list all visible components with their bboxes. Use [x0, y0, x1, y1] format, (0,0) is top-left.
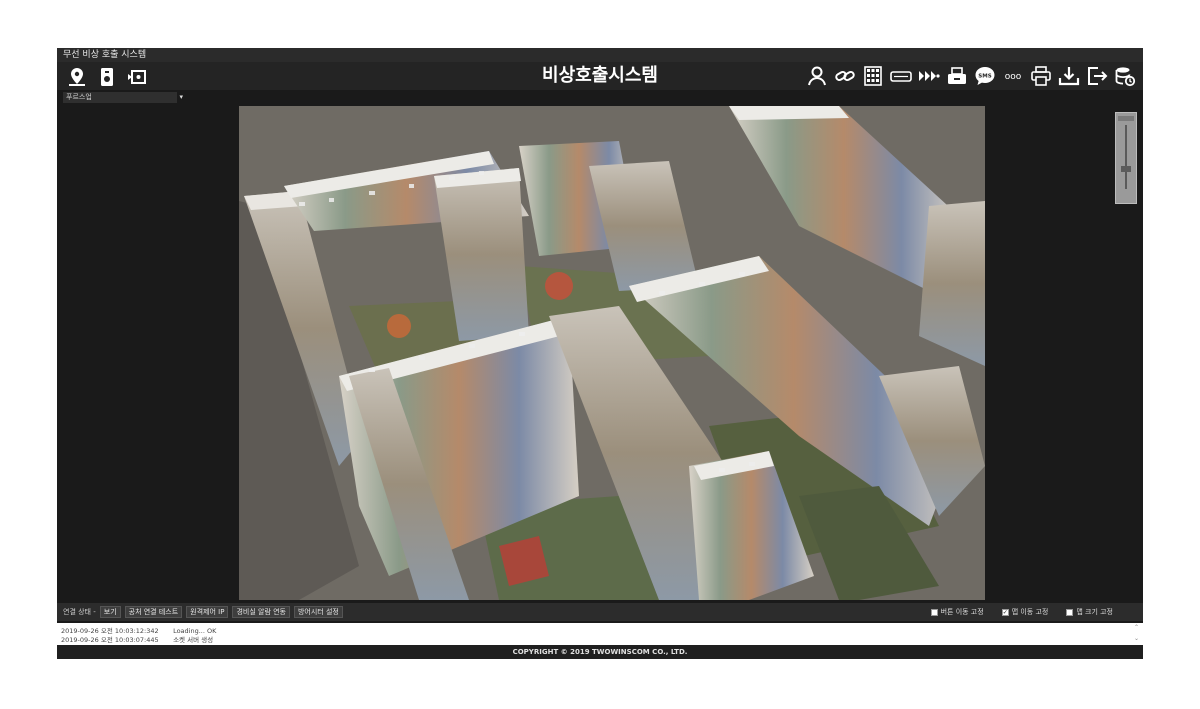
- app-window: 무선 비상 호출 시스템 SMS ooo 비상호출시스템 푸르스업 ▾ 연결 상…: [57, 48, 1143, 659]
- status-bar: 연결 상태 - 보기 공처 연결 테스트 원격제어 IP 경비실 알람 연동 방…: [57, 603, 1143, 621]
- log-message: 소켓 서버 생성: [173, 636, 214, 644]
- map-move-lock-checkbox[interactable]: ✓ 맵 이동 고정: [1001, 606, 1049, 618]
- copyright-footer: COPYRIGHT © 2019 TWOWINSCOM CO., LTD.: [57, 645, 1143, 659]
- remote-ip-button[interactable]: 원격제어 IP: [186, 606, 229, 618]
- connection-test-button[interactable]: 공처 연결 테스트: [124, 606, 183, 618]
- logout-icon[interactable]: [1085, 64, 1109, 88]
- device-icon[interactable]: [95, 65, 119, 89]
- receiver-icon[interactable]: [889, 64, 913, 88]
- user-icon[interactable]: [805, 64, 829, 88]
- zoom-slider-thumb[interactable]: [1121, 165, 1131, 172]
- site-select[interactable]: 푸르스업 ▾: [63, 92, 183, 103]
- camera-icon[interactable]: [125, 65, 149, 89]
- selector-bar: 푸르스업 ▾: [57, 90, 1143, 106]
- button-lock-checkbox[interactable]: 버튼 이동 고정: [930, 606, 984, 618]
- map-move-lock-box[interactable]: ✓: [1001, 608, 1009, 616]
- toolbar: SMS ooo: [57, 62, 1143, 90]
- log-row: 2019-09-26 오전 10:03:07:445 소켓 서버 생성: [61, 634, 213, 644]
- button-lock-box[interactable]: [930, 608, 938, 616]
- download-icon[interactable]: [1057, 64, 1081, 88]
- print-icon[interactable]: [1029, 64, 1053, 88]
- zoom-slider[interactable]: [1115, 112, 1137, 204]
- zoom-slider-rail: [1125, 125, 1127, 189]
- printer-device-icon[interactable]: [945, 64, 969, 88]
- map-size-lock-label: 맵 크기 고정: [1076, 608, 1113, 616]
- window-title: 무선 비상 호출 시스템: [57, 48, 1143, 62]
- view-button[interactable]: 보기: [99, 606, 121, 618]
- more-icon[interactable]: ooo: [1001, 64, 1025, 88]
- defense-settings-button[interactable]: 방어시터 설정: [293, 606, 343, 618]
- link-icon[interactable]: [833, 64, 857, 88]
- button-lock-label: 버튼 이동 고정: [940, 608, 984, 616]
- map-move-lock-label: 맵 이동 고정: [1011, 608, 1049, 616]
- sms-icon[interactable]: SMS: [973, 64, 997, 88]
- map-view[interactable]: [239, 106, 985, 600]
- database-icon[interactable]: [1113, 64, 1137, 88]
- scroll-down-icon[interactable]: ⌄: [1134, 635, 1139, 642]
- site-select-value: 푸르스업: [66, 93, 92, 101]
- log-time: 2019-09-26 오전 10:03:07:445: [61, 636, 159, 644]
- log-panel[interactable]: 2019-09-26 오전 10:03:12:342 Loading... OK…: [57, 623, 1143, 645]
- chevron-down-icon: ▾: [179, 93, 183, 101]
- connection-status-label: 연결 상태 -: [63, 608, 96, 616]
- guard-alarm-button[interactable]: 경비실 알람 연동: [232, 606, 290, 618]
- map-size-lock-box[interactable]: [1066, 608, 1074, 616]
- scroll-up-icon[interactable]: ⌃: [1134, 624, 1139, 631]
- keypad-icon[interactable]: [861, 64, 885, 88]
- sms-label: SMS: [978, 74, 991, 80]
- map-size-lock-checkbox[interactable]: 맵 크기 고정: [1066, 606, 1113, 618]
- aerial-map-image: [239, 106, 985, 600]
- arrows-icon[interactable]: [917, 64, 941, 88]
- map-pin-icon[interactable]: [65, 65, 89, 89]
- more-label: ooo: [1005, 72, 1022, 82]
- zoom-slider-cap: [1118, 116, 1134, 121]
